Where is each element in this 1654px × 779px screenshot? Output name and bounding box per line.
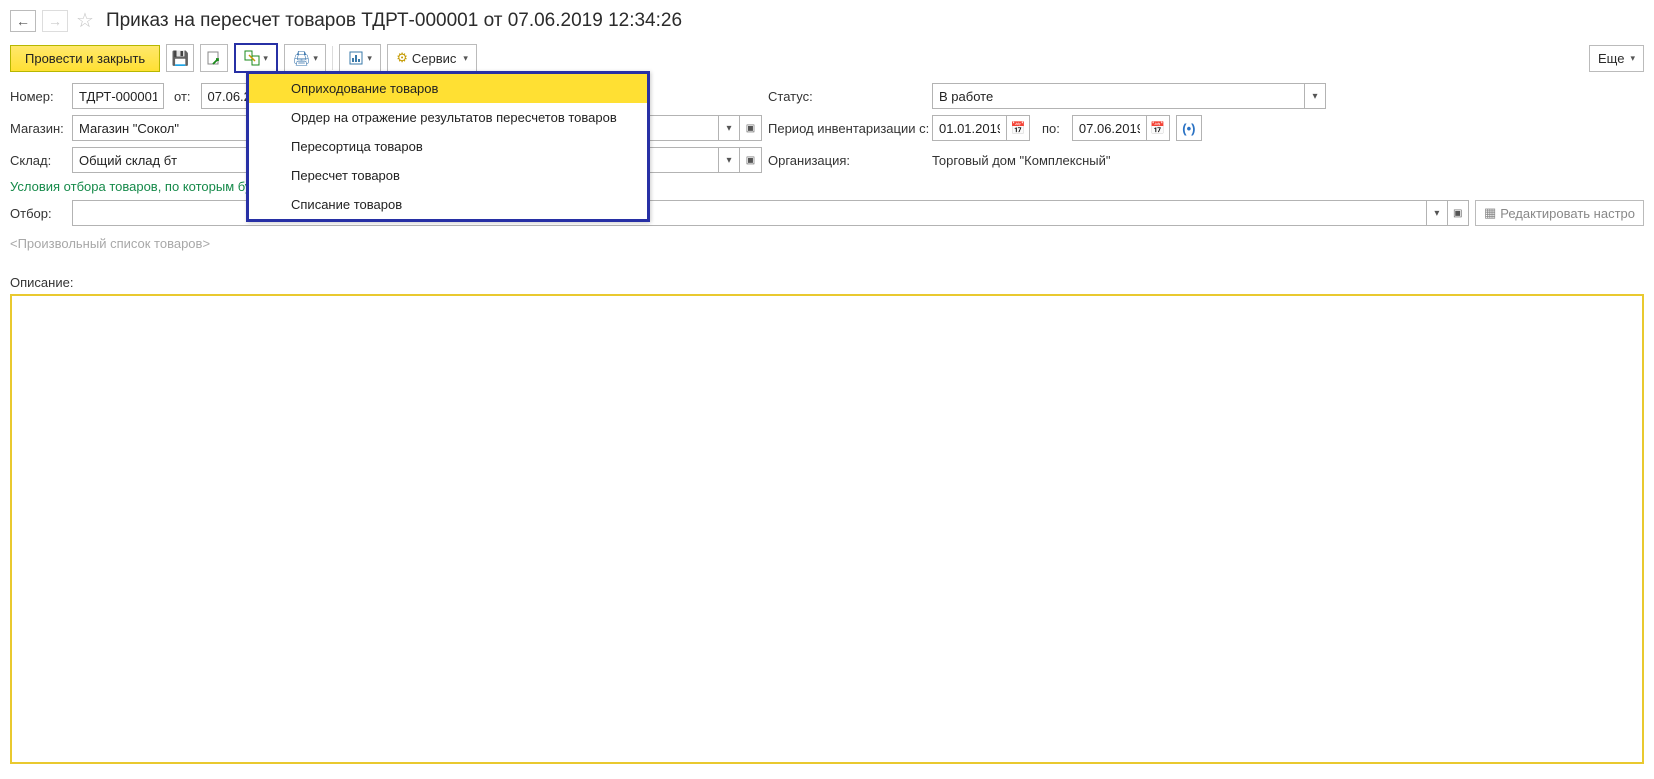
dd-item-oprihodovanie[interactable]: Оприходование товаров [249, 74, 647, 103]
number-label: Номер: [10, 89, 66, 104]
toolbar-separator [332, 46, 333, 70]
warehouse-label: Склад: [10, 153, 66, 168]
open-icon: ▣ [1453, 208, 1462, 219]
gear-icon: ⚙ [396, 50, 408, 66]
open-icon: ▣ [746, 123, 755, 134]
status-dropdown-button[interactable]: ▾ [1304, 83, 1326, 109]
otbor-open-button[interactable]: ▣ [1448, 200, 1469, 226]
arrow-right-icon: → [48, 13, 62, 29]
filter-hint: <Произвольный список товаров> [10, 232, 1644, 267]
nav-forward-button[interactable]: → [42, 10, 68, 32]
chevron-down-icon: ▾ [313, 53, 318, 64]
status-label: Статус: [768, 89, 926, 104]
store-open-button[interactable]: ▣ [740, 115, 762, 141]
create-link-icon [244, 50, 260, 66]
period-from-input[interactable] [932, 115, 1006, 141]
post-icon [206, 50, 222, 66]
dd-item-peresortica[interactable]: Пересортица товаров [249, 132, 647, 161]
save-button[interactable]: 💾 [166, 44, 194, 72]
service-label: Сервис [412, 51, 457, 66]
create-based-on-dropdown: Оприходование товаров Ордер на отражение… [246, 71, 650, 222]
report-icon [348, 50, 364, 66]
edit-settings-button[interactable]: ▦ Редактировать настро [1475, 200, 1644, 226]
more-button[interactable]: Еще ▾ [1589, 45, 1644, 72]
calendar-icon: 📅 [1011, 121, 1026, 135]
dd-item-spisanie[interactable]: Списание товаров [249, 190, 647, 219]
page-title: Приказ на пересчет товаров ТДРТ-000001 о… [106, 10, 682, 32]
chevron-down-icon: ▾ [463, 53, 468, 64]
favorite-star-icon[interactable]: ☆ [74, 8, 96, 33]
save-icon: 💾 [171, 50, 188, 67]
org-label: Организация: [768, 153, 926, 168]
chevron-down-icon: ▾ [1312, 91, 1317, 102]
more-label: Еще [1598, 51, 1624, 66]
open-icon: ▣ [746, 155, 755, 166]
chevron-down-icon: ▾ [367, 53, 372, 64]
description-label: Описание: [10, 275, 1644, 290]
otbor-label: Отбор: [10, 206, 66, 221]
post-button[interactable] [200, 44, 228, 72]
period-to-input[interactable] [1072, 115, 1146, 141]
nav-back-button[interactable]: ← [10, 10, 36, 32]
chevron-down-icon: ▾ [726, 123, 731, 134]
arrow-left-icon: ← [16, 13, 30, 29]
store-dropdown-button[interactable]: ▾ [718, 115, 740, 141]
reports-button[interactable]: ▾ [339, 44, 381, 72]
status-input[interactable] [932, 83, 1304, 109]
create-based-on-button[interactable]: ▾ [234, 43, 278, 73]
dd-item-order[interactable]: Ордер на отражение результатов пересчето… [249, 103, 647, 132]
number-input[interactable] [72, 83, 164, 109]
dd-item-pereschet[interactable]: Пересчет товаров [249, 161, 647, 190]
post-and-close-button[interactable]: Провести и закрыть [10, 45, 160, 72]
warehouse-open-button[interactable]: ▣ [740, 147, 762, 173]
chevron-down-icon: ▾ [1434, 208, 1439, 219]
period-label: Период инвентаризации с: [768, 121, 926, 136]
filter-conditions-label: Условия отбора товаров, по которым буд [10, 179, 259, 194]
edit-settings-label: Редактировать настро [1500, 206, 1635, 221]
print-button[interactable]: 🖨 ▾ [284, 44, 326, 72]
warehouse-dropdown-button[interactable]: ▾ [718, 147, 740, 173]
description-textarea[interactable] [10, 294, 1644, 764]
calendar-icon: 📅 [1150, 121, 1165, 135]
printer-icon: 🖨 [293, 50, 311, 67]
broadcast-button[interactable]: (•) [1176, 115, 1202, 141]
chevron-down-icon: ▾ [726, 155, 731, 166]
period-to-label: по: [1036, 121, 1066, 136]
org-value: Торговый дом "Комплексный" [932, 153, 1111, 168]
from-label: от: [170, 89, 195, 104]
settings-icon: ▦ [1484, 205, 1496, 221]
period-to-calendar-button[interactable]: 📅 [1146, 115, 1170, 141]
period-from-calendar-button[interactable]: 📅 [1006, 115, 1030, 141]
otbor-dropdown-button[interactable]: ▾ [1426, 200, 1447, 226]
broadcast-icon: (•) [1182, 121, 1195, 136]
chevron-down-icon: ▾ [263, 53, 268, 64]
service-button[interactable]: ⚙ Сервис ▾ [387, 44, 477, 72]
chevron-down-icon: ▾ [1630, 53, 1635, 64]
store-label: Магазин: [10, 121, 66, 136]
